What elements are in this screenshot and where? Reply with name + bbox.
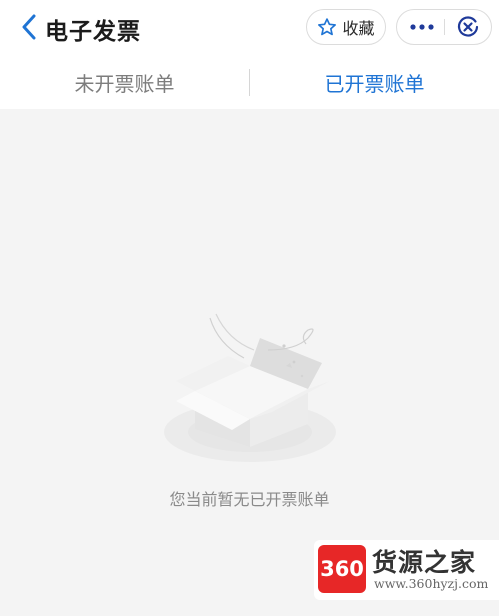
ellipsis-icon (410, 24, 434, 30)
empty-state-message: 您当前暂无已开票账单 (169, 490, 330, 509)
back-button[interactable] (14, 10, 44, 44)
watermark-title: 货源之家 (372, 548, 477, 577)
close-button[interactable] (449, 14, 487, 40)
chevron-left-icon (22, 14, 36, 40)
watermark: 360 货源之家 www.360hyzj.com (314, 540, 499, 600)
tab-unbilled[interactable]: 未开票账单 (0, 56, 249, 109)
more-button[interactable] (403, 14, 441, 40)
mini-program-capsule (396, 9, 492, 45)
watermark-logo: 360 (318, 545, 366, 593)
star-outline-icon (318, 18, 337, 36)
empty-box-icon (164, 313, 336, 462)
tab-billed[interactable]: 已开票账单 (250, 56, 499, 109)
page-title: 电子发票 (45, 19, 141, 45)
navigation-bar: 电子发票 收藏 (0, 0, 499, 56)
watermark-url: www.360hyzj.com (374, 576, 489, 591)
bill-tabs: 未开票账单 已开票账单 (0, 56, 499, 109)
favorite-label: 收藏 (342, 19, 375, 38)
favorite-button[interactable]: 收藏 (306, 9, 386, 45)
capsule-divider (444, 19, 445, 35)
close-circle-icon (457, 16, 479, 37)
